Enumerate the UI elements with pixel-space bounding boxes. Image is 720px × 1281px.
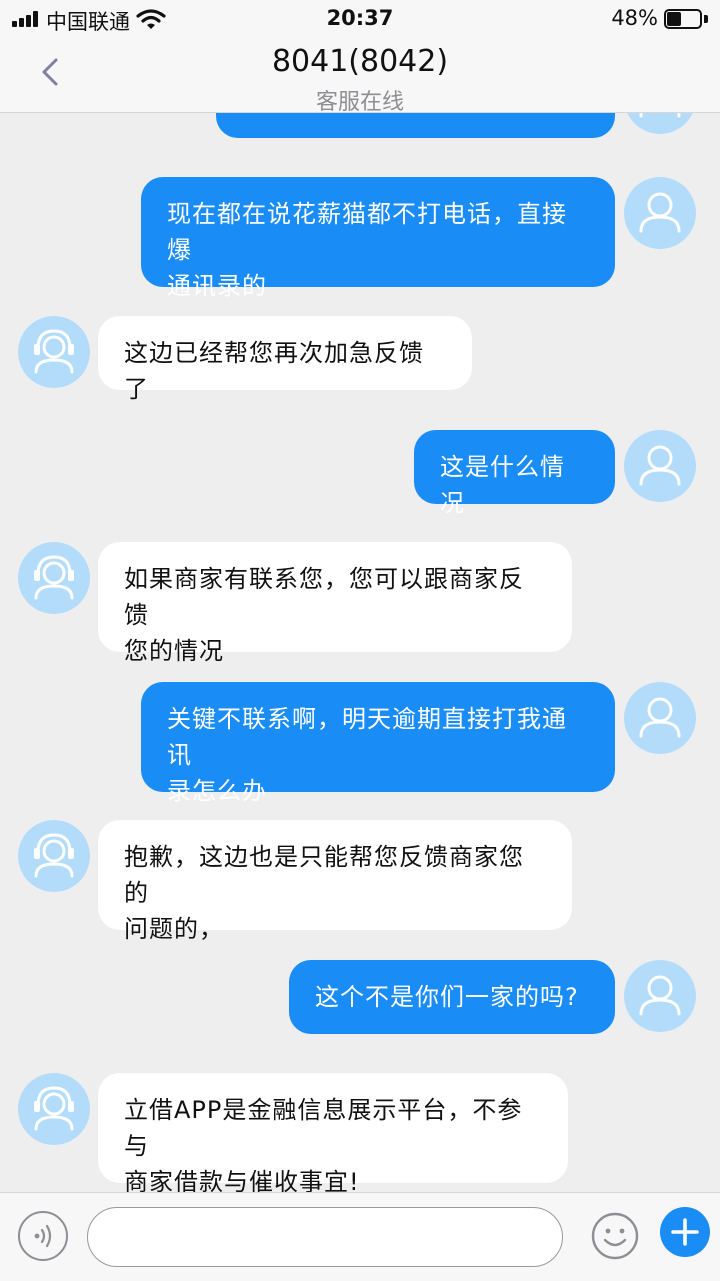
- headset-agent-icon: [34, 1086, 74, 1131]
- battery-percent: 48%: [611, 6, 658, 30]
- message-text: 这是什么情况: [440, 453, 565, 517]
- chevron-left-icon: [42, 58, 58, 86]
- status-bar: 中国联通 20:37 48%: [0, 0, 720, 40]
- message-text: 现在都在说花薪猫都不打电话，直接爆 通讯录的: [167, 200, 567, 300]
- user-avatar-icon: [639, 445, 681, 486]
- message-bubble-sent[interactable]: 关键不联系啊，明天逾期直接打我通讯 录怎么办: [141, 682, 615, 805]
- message-bubble-received[interactable]: 这边已经帮您再次加急反馈了: [98, 316, 472, 403]
- agent-avatar[interactable]: [18, 820, 90, 892]
- user-avatar[interactable]: [624, 960, 696, 1032]
- carrier-label: 中国联通: [46, 10, 130, 34]
- message-bubble-sent[interactable]: 这个不是你们一家的吗?: [289, 960, 615, 1034]
- user-avatar-icon: [639, 975, 681, 1016]
- message-bubble-sent[interactable]: 这是什么情况: [414, 430, 615, 517]
- message-bubble-received[interactable]: 抱歉，这边也是只能帮您反馈商家您的 问题的，: [98, 820, 572, 943]
- agent-avatar[interactable]: [18, 542, 90, 614]
- message-text: 这个不是你们一家的吗?: [315, 983, 579, 1011]
- smiley-icon: [591, 1212, 639, 1260]
- message-bubble-received[interactable]: 如果商家有联系您，您可以跟商家反馈 您的情况: [98, 542, 572, 665]
- headset-agent-icon: [34, 833, 74, 878]
- plus-icon: [671, 1218, 699, 1246]
- message-text: 关键不联系啊，明天逾期直接打我通讯 录怎么办: [167, 705, 567, 805]
- input-bar: [0, 1192, 720, 1281]
- voice-icon: [34, 1224, 52, 1248]
- message-bubble-received[interactable]: 立借APP是金融信息展示平台，不参与 商家借款与催收事宜!: [98, 1073, 568, 1196]
- user-avatar-icon: [639, 192, 681, 233]
- message-text: 这边已经帮您再次加急反馈了: [124, 339, 424, 403]
- more-button[interactable]: [660, 1207, 710, 1257]
- user-avatar[interactable]: [624, 682, 696, 754]
- headset-agent-icon: [34, 555, 74, 600]
- chat-list[interactable]: 现在都在说花薪猫都不打电话，直接爆 通讯录的 这边已经帮您再次加急反馈了 这是什…: [0, 0, 720, 1280]
- agent-avatar[interactable]: [18, 1073, 90, 1145]
- voice-button[interactable]: [18, 1211, 68, 1261]
- message-text: 如果商家有联系您，您可以跟商家反馈 您的情况: [124, 565, 524, 665]
- battery-icon: [664, 9, 708, 29]
- emoji-button[interactable]: [590, 1211, 640, 1261]
- page-subtitle: 客服在线: [315, 90, 404, 115]
- signal-icon: [12, 11, 40, 27]
- wifi-icon: [136, 9, 166, 29]
- page-title: 8041(8042): [271, 44, 449, 79]
- user-avatar[interactable]: [624, 177, 696, 249]
- headset-agent-icon: [34, 329, 74, 374]
- user-avatar[interactable]: [624, 430, 696, 502]
- nav-bar: 8041(8042) 客服在线: [0, 40, 720, 115]
- message-text: 立借APP是金融信息展示平台，不参与 商家借款与催收事宜!: [124, 1096, 523, 1196]
- message-text: 抱歉，这边也是只能帮您反馈商家您的 问题的，: [124, 843, 524, 943]
- message-input[interactable]: [87, 1207, 563, 1267]
- message-bubble-sent[interactable]: 现在都在说花薪猫都不打电话，直接爆 通讯录的: [141, 177, 615, 300]
- user-avatar-icon: [639, 697, 681, 738]
- agent-avatar[interactable]: [18, 316, 90, 388]
- back-button[interactable]: [30, 52, 74, 96]
